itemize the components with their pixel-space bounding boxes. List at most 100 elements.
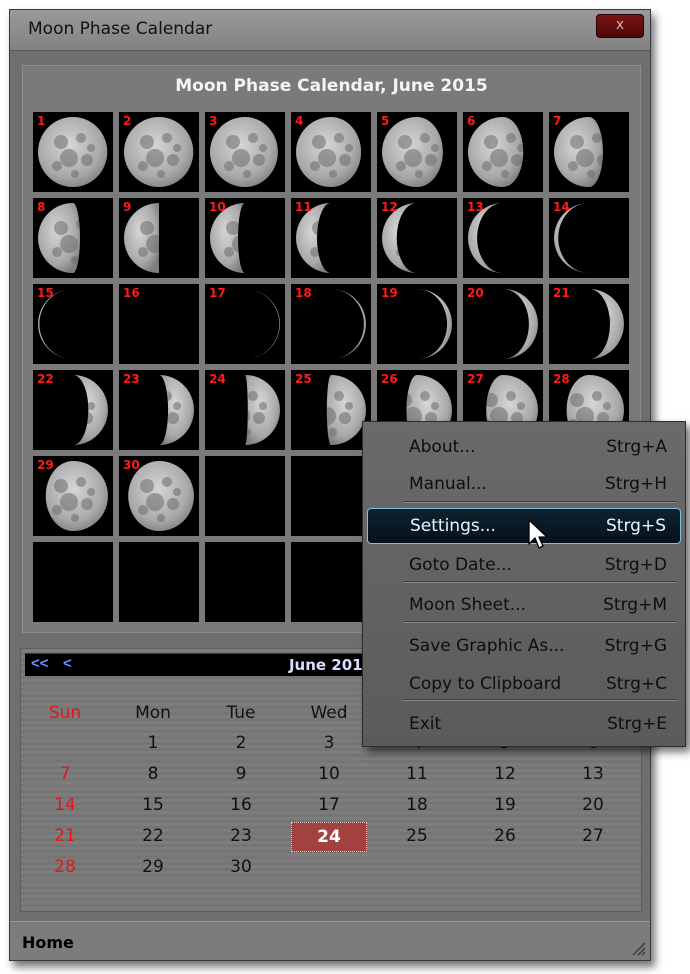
date-cell[interactable]: 13 — [549, 760, 637, 788]
today-date-cell[interactable]: 24 — [291, 822, 367, 852]
menu-item-label: About... — [409, 437, 476, 457]
date-cell — [461, 853, 549, 881]
moon-day-cell[interactable]: 8 — [33, 198, 113, 278]
menu-item-manual[interactable]: Manual... Strg+H — [367, 467, 681, 501]
moon-day-cell[interactable]: 5 — [377, 112, 457, 192]
empty-day-cell — [33, 542, 113, 622]
menu-item-settings[interactable]: Settings... Strg+S — [367, 508, 681, 544]
date-cell[interactable]: 2 — [197, 729, 285, 757]
menu-item-moon-sheet[interactable]: Moon Sheet... Strg+M — [367, 588, 681, 622]
context-menu: About... Strg+A Manual... Strg+H Settings...… — [362, 421, 686, 747]
moon-day-number: 2 — [123, 114, 132, 128]
date-cell[interactable]: 27 — [549, 822, 637, 852]
mouse-cursor-icon — [528, 519, 548, 549]
moon-day-number: 20 — [467, 286, 484, 300]
moon-day-cell[interactable]: 18 — [291, 284, 371, 364]
moon-day-cell[interactable]: 25 — [291, 370, 371, 450]
moon-day-number: 30 — [123, 458, 140, 472]
menu-item-copy-to-clipboard[interactable]: Copy to Clipboard Strg+C — [367, 667, 681, 701]
date-cell[interactable]: 10 — [285, 760, 373, 788]
menu-item-shortcut: Strg+E — [607, 714, 667, 734]
moon-day-number: 16 — [123, 286, 140, 300]
date-cell[interactable]: 1 — [109, 729, 197, 757]
moon-day-cell[interactable]: 6 — [463, 112, 543, 192]
weekday-label: Mon — [135, 703, 171, 723]
date-cell[interactable]: 19 — [461, 791, 549, 819]
date-cell[interactable]: 11 — [373, 760, 461, 788]
date-cell[interactable]: 20 — [549, 791, 637, 819]
moon-day-number: 5 — [381, 114, 390, 128]
date-cell[interactable]: 17 — [285, 791, 373, 819]
date-cell[interactable]: 28 — [21, 853, 109, 881]
title-bar[interactable]: Moon Phase Calendar x — [10, 10, 650, 51]
moon-day-number: 7 — [553, 114, 562, 128]
moon-day-cell[interactable]: 15 — [33, 284, 113, 364]
menu-item-shortcut: Strg+H — [605, 474, 667, 494]
moon-day-number: 22 — [37, 372, 54, 386]
moon-day-cell[interactable]: 3 — [205, 112, 285, 192]
moon-day-number: 3 — [209, 114, 218, 128]
moon-day-number: 1 — [37, 114, 46, 128]
date-cell[interactable]: 3 — [285, 729, 373, 757]
moon-day-cell[interactable]: 11 — [291, 198, 371, 278]
date-cell[interactable]: 12 — [461, 760, 549, 788]
empty-day-cell — [291, 456, 371, 536]
status-bar: Home — [10, 921, 650, 960]
menu-item-goto-date[interactable]: Goto Date... Strg+D — [367, 548, 681, 582]
date-cell[interactable]: 30 — [197, 853, 285, 881]
date-cell[interactable]: 8 — [109, 760, 197, 788]
moon-day-cell[interactable]: 14 — [549, 198, 629, 278]
date-cell[interactable]: 16 — [197, 791, 285, 819]
resize-grip-icon[interactable] — [630, 940, 646, 956]
moon-day-cell[interactable]: 2 — [119, 112, 199, 192]
date-cell[interactable]: 26 — [461, 822, 549, 852]
close-button[interactable]: x — [596, 14, 644, 38]
moon-day-cell[interactable]: 23 — [119, 370, 199, 450]
moon-day-number: 23 — [123, 372, 140, 386]
moon-day-cell[interactable]: 9 — [119, 198, 199, 278]
moon-day-cell[interactable]: 17 — [205, 284, 285, 364]
moon-day-cell[interactable]: 4 — [291, 112, 371, 192]
date-cell[interactable]: 18 — [373, 791, 461, 819]
date-cell[interactable]: 29 — [109, 853, 197, 881]
moon-day-cell[interactable]: 30 — [119, 456, 199, 536]
date-cell[interactable]: 15 — [109, 791, 197, 819]
menu-item-save-graphic-as[interactable]: Save Graphic As... Strg+G — [367, 629, 681, 663]
date-cell[interactable]: 23 — [197, 822, 285, 852]
date-cell[interactable]: 21 — [21, 822, 109, 852]
moon-day-cell[interactable]: 13 — [463, 198, 543, 278]
moon-day-number: 18 — [295, 286, 312, 300]
moon-day-cell[interactable]: 20 — [463, 284, 543, 364]
moon-day-cell[interactable]: 1 — [33, 112, 113, 192]
date-cell[interactable]: 14 — [21, 791, 109, 819]
moon-day-cell[interactable]: 7 — [549, 112, 629, 192]
date-cell[interactable]: 22 — [109, 822, 197, 852]
moon-day-cell[interactable]: 12 — [377, 198, 457, 278]
menu-item-about[interactable]: About... Strg+A — [367, 430, 681, 464]
moon-day-number: 9 — [123, 200, 132, 214]
moon-day-cell[interactable]: 10 — [205, 198, 285, 278]
date-cell[interactable]: 25 — [373, 822, 461, 852]
date-cell[interactable]: 9 — [197, 760, 285, 788]
moon-day-number: 29 — [37, 458, 54, 472]
weekday-label: Wed — [310, 703, 348, 723]
menu-item-shortcut: Strg+D — [604, 555, 667, 575]
date-cell — [549, 853, 637, 881]
moon-day-cell[interactable]: 29 — [33, 456, 113, 536]
menu-item-shortcut: Strg+A — [606, 437, 667, 457]
menu-item-exit[interactable]: Exit Strg+E — [367, 707, 681, 741]
moon-day-number: 13 — [467, 200, 484, 214]
moon-day-cell[interactable]: 24 — [205, 370, 285, 450]
menu-item-shortcut: Strg+S — [606, 516, 666, 536]
moon-day-cell[interactable]: 19 — [377, 284, 457, 364]
moon-day-cell[interactable]: 21 — [549, 284, 629, 364]
date-cell[interactable]: 7 — [21, 760, 109, 788]
weekday-label: Tue — [226, 703, 256, 723]
moon-day-number: 28 — [553, 372, 570, 386]
moon-day-number: 8 — [37, 200, 46, 214]
status-text: Home — [22, 933, 74, 952]
weekday-label: Sun — [48, 703, 82, 723]
week-row: 14 15 16 17 18 19 20 — [21, 791, 641, 819]
moon-day-cell[interactable]: 16 — [119, 284, 199, 364]
moon-day-cell[interactable]: 22 — [33, 370, 113, 450]
